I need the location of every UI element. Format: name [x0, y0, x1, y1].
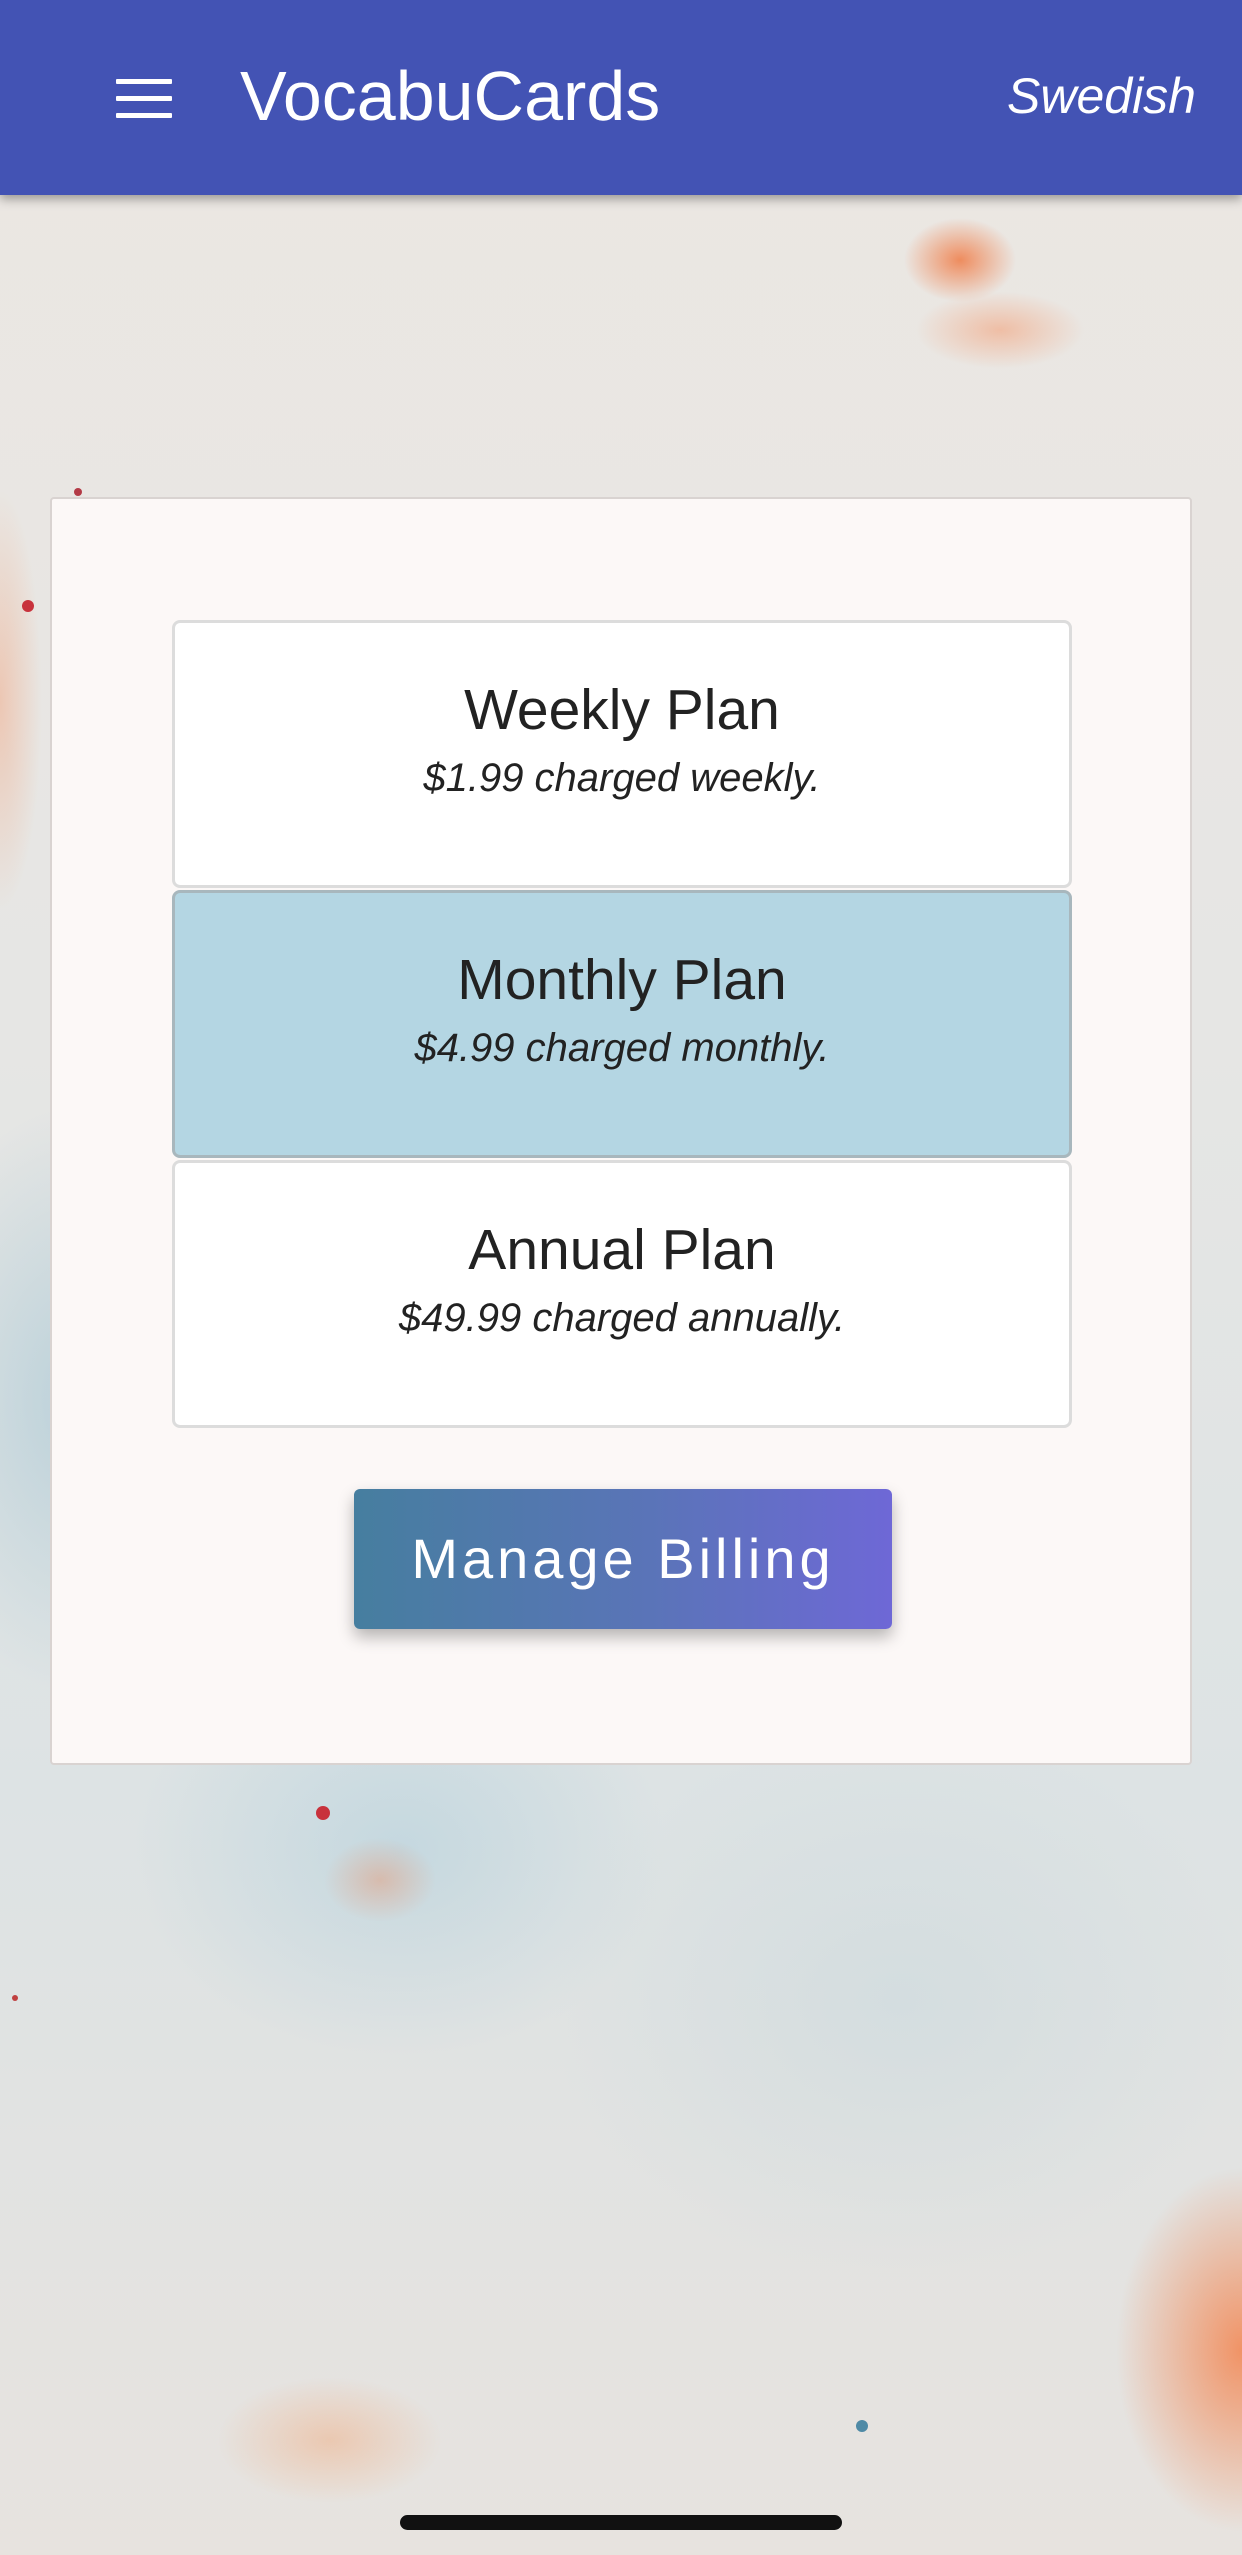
plan-name: Monthly Plan — [457, 948, 787, 1012]
plan-name: Weekly Plan — [464, 678, 780, 742]
subscription-card: Weekly Plan $1.99 charged weekly. Monthl… — [50, 497, 1192, 1765]
plan-option-weekly[interactable]: Weekly Plan $1.99 charged weekly. — [172, 620, 1072, 888]
plan-price: $4.99 charged monthly. — [414, 1026, 830, 1070]
app-title: VocabuCards — [240, 57, 661, 135]
plan-option-monthly[interactable]: Monthly Plan $4.99 charged monthly. — [172, 890, 1072, 1158]
language-selector[interactable]: Swedish — [1007, 66, 1196, 126]
manage-billing-button[interactable]: Manage Billing — [354, 1489, 892, 1629]
background-speck — [856, 2420, 868, 2432]
home-indicator[interactable] — [400, 2515, 842, 2530]
plan-option-annual[interactable]: Annual Plan $49.99 charged annually. — [172, 1160, 1072, 1428]
hamburger-menu-icon[interactable] — [116, 79, 172, 119]
plan-price: $1.99 charged weekly. — [423, 756, 821, 800]
plan-price: $49.99 charged annually. — [398, 1296, 846, 1340]
background-speck — [74, 488, 82, 496]
background-speck — [22, 600, 34, 612]
app-bar: VocabuCards Swedish — [0, 0, 1242, 195]
background-speck — [316, 1806, 330, 1820]
background-speck — [12, 1995, 18, 2001]
plan-name: Annual Plan — [468, 1218, 776, 1282]
